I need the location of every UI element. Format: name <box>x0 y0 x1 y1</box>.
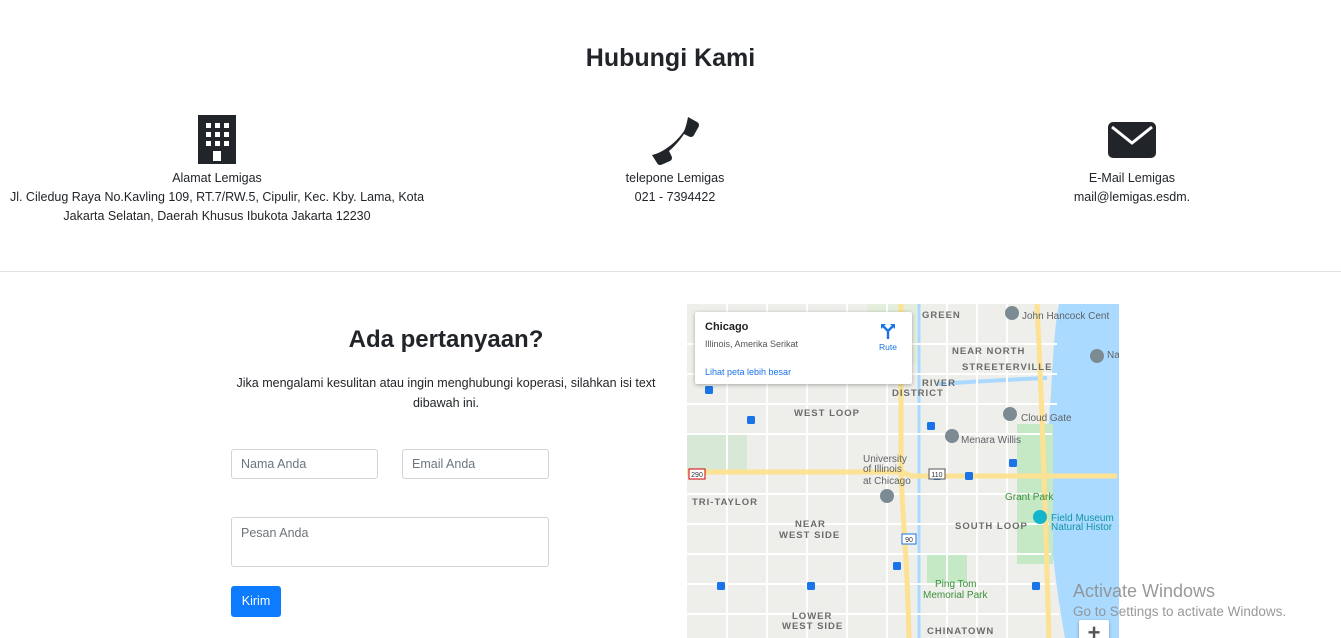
page-title: Hubungi Kami <box>585 44 756 72</box>
building-icon <box>198 115 236 164</box>
shield-110: 110 <box>931 472 942 479</box>
map-label-district: DISTRICT <box>892 388 944 399</box>
map-label-hancock: John Hancock Cent <box>1022 311 1109 322</box>
address-label: Alamat Lemigas <box>172 171 262 185</box>
map-label-near-north: NEAR NORTH <box>952 346 1025 357</box>
map-card-region: Illinois, Amerika Serikat <box>705 339 799 349</box>
map-label-natural-history: Natural Histor <box>1051 522 1113 533</box>
address-line-2: Jakarta Selatan, Daerah Khusus Ibukota J… <box>63 209 371 223</box>
watermark-line-2: Go to Settings to activate Windows. <box>1073 604 1287 619</box>
contact-email: E-Mail Lemigas mail@lemigas.esdm. <box>1032 115 1232 207</box>
map-label-west-loop: WEST LOOP <box>794 408 860 419</box>
envelope-icon <box>1108 122 1156 158</box>
route-label: Rute <box>879 342 897 352</box>
map-label-west-side: WEST SIDE <box>779 530 840 541</box>
park-area <box>687 434 747 474</box>
map-label-green: GREEN <box>922 310 961 321</box>
phone-icon <box>652 117 699 165</box>
name-input[interactable] <box>231 449 378 479</box>
map-label-chinatown: CHINATOWN <box>927 626 994 637</box>
form-description-line-1: Jika mengalami kesulitan atau ingin meng… <box>236 376 656 390</box>
map-label-near: NEAR <box>795 519 826 530</box>
map-label-navy-pier: Na <box>1107 350 1119 361</box>
form-title: Ada pertanyaan? <box>348 326 544 353</box>
phone-label: telepone Lemigas <box>625 171 725 185</box>
shield-90: 90 <box>905 537 913 544</box>
form-description-line-2: dibawah ini. <box>412 395 479 410</box>
contact-address: Alamat Lemigas Jl. Ciledug Raya No.Kavli… <box>8 115 426 226</box>
map-label-memorial-park: Memorial Park <box>923 590 988 601</box>
route-button[interactable]: Rute <box>877 322 899 352</box>
email-input[interactable] <box>402 449 549 479</box>
map-info-card: Chicago Illinois, Amerika Serikat Lihat … <box>695 312 912 384</box>
map-zoom-in-button[interactable]: + <box>1079 620 1109 638</box>
map-label-cloud-gate: Cloud Gate <box>1021 413 1072 424</box>
windows-activation-watermark: Activate Windows Go to Settings to activ… <box>1073 581 1286 619</box>
email-label: E-Mail Lemigas <box>1088 171 1176 185</box>
map-label-south-loop: SOUTH LOOP <box>955 521 1028 532</box>
larger-map-link[interactable]: Lihat peta lebih besar <box>705 367 791 377</box>
email-address: mail@lemigas.esdm. <box>1073 190 1191 204</box>
section-divider <box>0 271 1341 272</box>
map-label-of-illinois: of Illinois <box>863 464 902 475</box>
address-line-1: Jl. Ciledug Raya No.Kavling 109, RT.7/RW… <box>9 190 425 204</box>
submit-button[interactable]: Kirim <box>231 586 281 617</box>
google-map[interactable]: 290 90 110 GREEN NEAR NORTH STREETERVILL… <box>687 304 1119 638</box>
map-label-tri-taylor: TRI-TAYLOR <box>692 497 758 508</box>
form-description: Jika mengalami kesulitan atau ingin meng… <box>226 374 666 413</box>
watermark-line-1: Activate Windows <box>1073 581 1216 601</box>
phone-number: 021 - 7394422 <box>634 190 716 204</box>
map-label-west-side-2: WEST SIDE <box>782 621 843 632</box>
map-label-grant-park: Grant Park <box>1005 492 1054 503</box>
map-label-ping-tom: Ping Tom <box>935 579 977 590</box>
map-card-city: Chicago <box>705 321 749 333</box>
map-label-menara-willis: Menara Willis <box>961 435 1021 446</box>
contact-phone: telepone Lemigas 021 - 7394422 <box>575 115 775 207</box>
shield-290: 290 <box>691 472 703 479</box>
map-label-at-chicago: at Chicago <box>863 476 911 487</box>
map-label-streeterville: STREETERVILLE <box>962 362 1052 373</box>
message-textarea[interactable] <box>231 517 549 567</box>
directions-icon <box>881 324 895 339</box>
